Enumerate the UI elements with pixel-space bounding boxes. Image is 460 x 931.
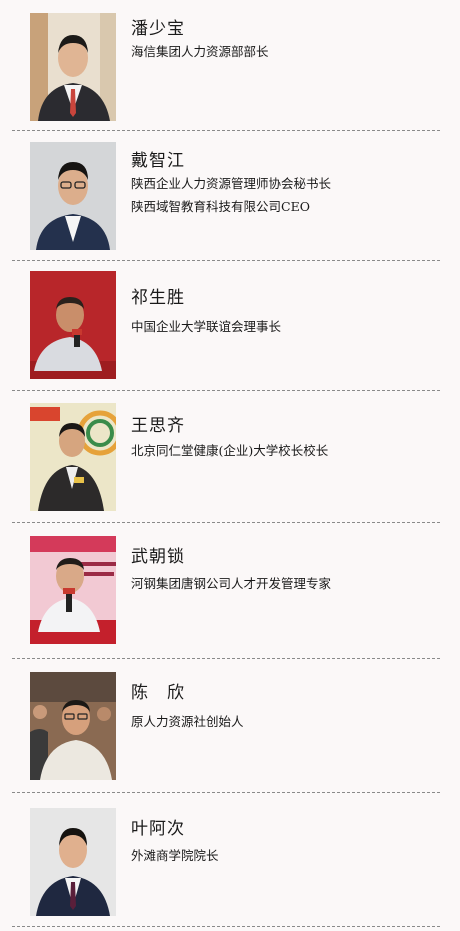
- portrait-image: [30, 142, 116, 250]
- speaker-name: 潘少宝: [131, 19, 185, 39]
- speaker-list: 潘少宝 海信集团人力资源部部长 戴智江 陕西企业人力资源管理师协会秘书长 陕西域…: [0, 0, 460, 931]
- portrait-image: [30, 672, 116, 780]
- dashed-divider: [12, 522, 440, 523]
- speaker-photo: [30, 536, 116, 644]
- speaker-title: 海信集团人力资源部部长: [131, 44, 269, 59]
- speaker-photo: [30, 142, 116, 250]
- speaker-photo: [30, 808, 116, 916]
- speaker-title: 河钢集团唐钢公司人才开发管理专家: [131, 576, 332, 591]
- dashed-divider: [12, 926, 440, 927]
- speaker-name: 武朝锁: [131, 547, 185, 567]
- speaker-title: 外滩商学院院长: [131, 848, 219, 863]
- speaker-name: 戴智江: [131, 151, 185, 171]
- speaker-title: 陕西域智教育科技有限公司CEO: [131, 199, 310, 214]
- dashed-divider: [12, 658, 440, 659]
- speaker-title: 原人力资源社创始人: [131, 714, 244, 729]
- speaker-title: 陕西企业人力资源管理师协会秘书长: [131, 176, 332, 191]
- portrait-image: [30, 403, 116, 511]
- speaker-name: 祁生胜: [131, 288, 185, 308]
- dashed-divider: [12, 390, 440, 391]
- portrait-image: [30, 808, 116, 916]
- speaker-title: 中国企业大学联谊会理事长: [131, 319, 282, 334]
- dashed-divider: [12, 792, 440, 793]
- speaker-name: 王思齐: [131, 416, 185, 436]
- speaker-photo: [30, 672, 116, 780]
- portrait-image: [30, 271, 116, 379]
- portrait-image: [30, 536, 116, 644]
- speaker-photo: [30, 271, 116, 379]
- speaker-name: 叶阿次: [131, 819, 185, 839]
- portrait-image: [30, 13, 116, 121]
- speaker-photo: [30, 403, 116, 511]
- speaker-name: 陈 欣: [131, 683, 185, 703]
- speaker-photo: [30, 13, 116, 121]
- dashed-divider: [12, 260, 440, 261]
- dashed-divider: [12, 130, 440, 131]
- speaker-title: 北京同仁堂健康(企业)大学校长校长: [131, 443, 329, 458]
